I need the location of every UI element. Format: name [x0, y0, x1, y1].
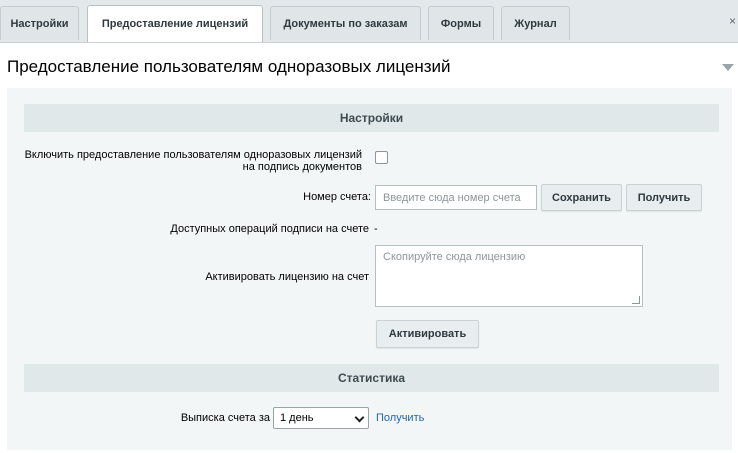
license-textarea[interactable]: Скопируйте сюда лицензию — [375, 245, 643, 307]
enable-label-line1: Включить предоставление пользователям од… — [24, 149, 362, 161]
account-number-input[interactable]: Введите сюда номер счета — [375, 185, 537, 210]
section-title: Настройки — [339, 111, 404, 125]
enable-licenses-label: Включить предоставление пользователям од… — [7, 149, 362, 173]
tab-label: Журнал — [514, 17, 557, 30]
tab-label: Формы — [440, 17, 482, 30]
collapse-icon[interactable] — [722, 64, 734, 71]
save-button[interactable]: Сохранить — [541, 184, 622, 211]
resize-handle-icon[interactable] — [632, 296, 640, 304]
chevron-down-icon — [354, 412, 365, 423]
tab-forms[interactable]: Формы — [428, 6, 494, 40]
period-select[interactable]: 1 день — [273, 407, 369, 429]
tab-journal[interactable]: Журнал — [501, 6, 570, 40]
tab-order-documents[interactable]: Документы по заказам — [270, 6, 421, 40]
license-placeholder: Скопируйте сюда лицензию — [383, 251, 526, 263]
page-header: Предоставление пользователям одноразовых… — [0, 42, 738, 89]
settings-section-header: Настройки — [24, 104, 719, 132]
activate-button[interactable]: Активировать — [376, 320, 479, 348]
enable-licenses-checkbox[interactable] — [375, 151, 388, 164]
account-number-label: Номер счета: — [303, 191, 371, 203]
account-number-placeholder: Введите сюда номер счета — [383, 191, 521, 204]
tab-licenses[interactable]: Предоставление лицензий — [87, 5, 263, 42]
get-button-label: Получить — [637, 191, 691, 204]
settings-panel: Настройки Включить предоставление пользо… — [7, 88, 732, 450]
activate-license-label: Активировать лицензию на счет — [205, 271, 369, 283]
tab-settings[interactable]: Настройки — [0, 6, 79, 40]
tab-label: Предоставление лицензий — [101, 18, 249, 30]
statistics-section-header: Статистика — [24, 364, 719, 392]
save-button-label: Сохранить — [552, 191, 611, 204]
tab-label: Документы по заказам — [283, 17, 408, 30]
page-title: Предоставление пользователям одноразовых… — [7, 57, 451, 76]
statement-period-label: Выписка счета за — [180, 412, 270, 424]
tab-label: Настройки — [10, 17, 69, 30]
close-icon[interactable]: × — [729, 14, 736, 28]
period-select-value: 1 день — [280, 412, 314, 424]
enable-label-line2: на подпись документов — [242, 161, 362, 173]
activate-button-label: Активировать — [388, 328, 467, 340]
available-operations-label: Доступных операций подписи на счете — [170, 223, 369, 235]
get-button[interactable]: Получить — [626, 184, 702, 211]
section-title: Статистика — [337, 371, 406, 385]
tab-bar: Настройки Предоставление лицензий Докуме… — [0, 0, 738, 42]
get-statement-link[interactable]: Получить — [376, 412, 424, 424]
available-operations-value: - — [374, 223, 378, 235]
